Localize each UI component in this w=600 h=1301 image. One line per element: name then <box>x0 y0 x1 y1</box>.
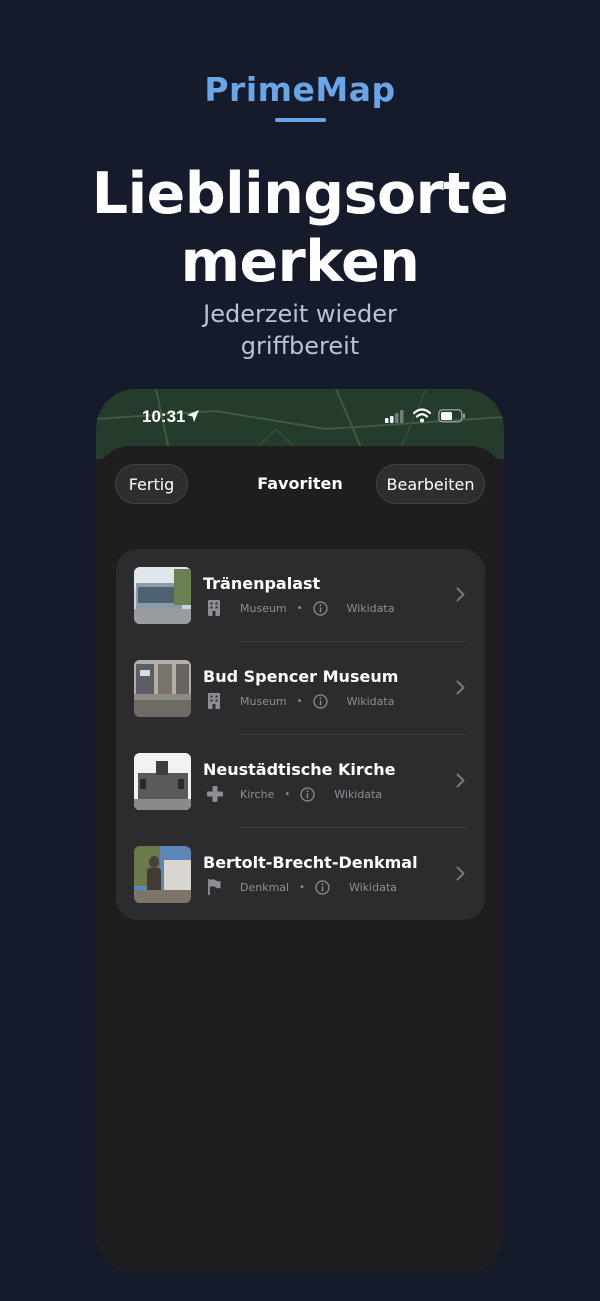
place-category: Denkmal <box>240 880 290 894</box>
brand-underline <box>275 118 326 122</box>
chevron-right-icon <box>456 680 465 695</box>
info-icon <box>312 600 328 616</box>
favorite-row-bud-spencer-museum[interactable]: Bud Spencer Museum Museum • Wikidata <box>116 642 485 735</box>
info-icon <box>312 693 328 709</box>
place-title: Bertolt-Brecht-Denkmal <box>203 853 418 872</box>
place-title: Tränenpalast <box>203 574 321 593</box>
subline-line-2: griffbereit <box>240 332 360 360</box>
place-source[interactable]: Wikidata <box>347 695 395 708</box>
place-source[interactable]: Wikidata <box>334 788 382 801</box>
place-meta: Museum • Wikidata <box>207 599 394 617</box>
place-thumbnail <box>134 753 191 810</box>
place-category: Museum <box>240 694 287 708</box>
battery-icon <box>438 409 465 423</box>
chevron-right-icon <box>456 587 465 602</box>
status-bar: 10:31 <box>96 389 504 445</box>
place-meta: Museum • Wikidata <box>207 692 394 710</box>
wifi-icon <box>413 408 431 423</box>
separator-dot: • <box>296 695 303 707</box>
info-icon <box>300 786 315 802</box>
place-source[interactable]: Wikidata <box>347 602 395 615</box>
building-icon <box>208 600 220 616</box>
chevron-right-icon <box>456 773 465 788</box>
signal-icon <box>385 410 404 423</box>
favorites-sheet: Fertig Favoriten Bearbeiten Tränenpalast <box>96 446 504 1274</box>
info-icon <box>315 879 330 895</box>
favorites-list: Tränenpalast Museum • Wikidata Bud Spenc… <box>116 549 485 920</box>
separator-dot: • <box>284 788 291 800</box>
favorite-row-traenenpalast[interactable]: Tränenpalast Museum • Wikidata <box>116 549 485 642</box>
place-title: Neustädtische Kirche <box>203 760 396 779</box>
status-time: 10:31 <box>142 407 186 426</box>
favorite-row-neustaedtische-kirche[interactable]: Neustädtische Kirche Kirche • Wikidata <box>116 735 485 828</box>
cross-icon <box>207 786 223 802</box>
place-thumbnail <box>134 567 191 624</box>
place-thumbnail <box>134 660 191 717</box>
brand-title: PrimeMap <box>204 70 396 109</box>
separator-dot: • <box>296 602 303 614</box>
place-source[interactable]: Wikidata <box>349 881 397 894</box>
edit-button[interactable]: Bearbeiten <box>376 464 485 504</box>
phone-screen: 10:31 Fertig Favoriten Bearbeiten Tränen… <box>96 389 504 1274</box>
place-category: Museum <box>240 601 287 615</box>
separator-dot: • <box>299 881 305 893</box>
place-meta: Denkmal • Wikidata <box>207 878 397 896</box>
headline-line-2: merken <box>180 229 420 295</box>
place-thumbnail <box>134 846 191 903</box>
place-meta: Kirche • Wikidata <box>207 785 382 803</box>
building-icon <box>208 693 220 709</box>
flag-icon <box>208 879 221 895</box>
place-title: Bud Spencer Museum <box>203 667 399 686</box>
headline-line-1: Lieblingsorte <box>91 161 509 227</box>
subline-line-1: Jederzeit wieder <box>203 300 397 328</box>
location-arrow-icon <box>187 410 199 422</box>
headline: Lieblingsorte merken <box>0 160 600 296</box>
subline: Jederzeit wieder griffbereit <box>0 298 600 362</box>
place-category: Kirche <box>240 787 275 801</box>
chevron-right-icon <box>456 866 465 881</box>
favorite-row-bertolt-brecht-denkmal[interactable]: Bertolt-Brecht-Denkmal Denkmal • Wikidat… <box>116 828 485 921</box>
